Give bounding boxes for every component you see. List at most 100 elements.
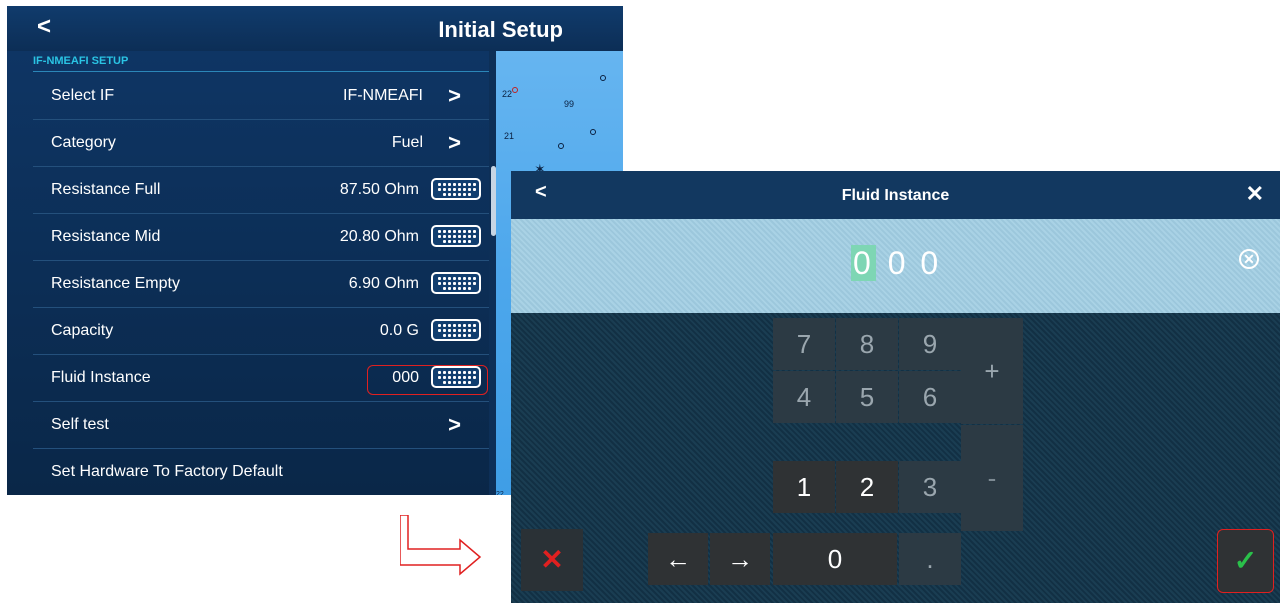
- keyboard-key-dot: [438, 277, 441, 280]
- keyboard-key-dot: [463, 193, 466, 196]
- keyboard-key-dot: [453, 183, 456, 186]
- cursor-left-key[interactable]: ←: [648, 533, 708, 585]
- row-resistance-mid[interactable]: Resistance Mid 20.80 Ohm: [33, 214, 489, 261]
- keyboard-key-dot: [468, 193, 471, 196]
- keyboard-key-dot: [463, 183, 466, 186]
- keyboard-key-dot: [458, 334, 461, 337]
- keyboard-icon[interactable]: [431, 225, 481, 247]
- keyboard-key-dot: [468, 282, 471, 285]
- keyboard-key-dot: [453, 334, 456, 337]
- keyboard-key-dot: [458, 235, 461, 238]
- keyboard-key-dot: [448, 240, 451, 243]
- keyboard-key-dot: [473, 282, 476, 285]
- cursor-right-key[interactable]: →: [710, 533, 770, 585]
- row-value: 87.50 Ohm: [339, 181, 419, 198]
- key-2[interactable]: 2: [836, 461, 898, 513]
- key-1[interactable]: 1: [773, 461, 835, 513]
- keyboard-key-dot: [468, 334, 471, 337]
- key-0[interactable]: 0: [773, 533, 897, 585]
- row-label: Self test: [51, 416, 109, 433]
- row-self-test[interactable]: Self test >: [33, 402, 489, 449]
- keyboard-key-dot: [443, 235, 446, 238]
- dialog-header: < Fluid Instance ✕: [511, 171, 1280, 219]
- keyboard-key-dot: [458, 230, 461, 233]
- key-6[interactable]: 6: [899, 371, 961, 423]
- row-select-if[interactable]: Select IF IF-NMEAFI >: [33, 73, 489, 120]
- close-icon[interactable]: ✕: [1246, 181, 1264, 207]
- keyboard-key-dot: [453, 235, 456, 238]
- chevron-right-icon[interactable]: >: [448, 83, 461, 109]
- keyboard-key-dot: [458, 188, 461, 191]
- row-label: Resistance Mid: [51, 228, 161, 245]
- back-icon[interactable]: <: [37, 13, 51, 41]
- key-9[interactable]: 9: [899, 318, 961, 370]
- setup-list: IF-NMEAFI SETUP Select IF IF-NMEAFI > Ca…: [7, 51, 489, 495]
- row-value: 20.80 Ohm: [339, 228, 419, 245]
- key-dot[interactable]: .: [899, 533, 961, 585]
- section-title: IF-NMEAFI SETUP: [33, 55, 129, 67]
- cancel-button[interactable]: ✕: [521, 529, 583, 591]
- keyboard-key-dot: [458, 287, 461, 290]
- key-7[interactable]: 7: [773, 318, 835, 370]
- keyboard-key-dot: [443, 277, 446, 280]
- keyboard-key-dot: [443, 230, 446, 233]
- keyboard-key-dot: [438, 324, 441, 327]
- key-4[interactable]: 4: [773, 371, 835, 423]
- key-plus[interactable]: +: [961, 318, 1023, 424]
- keyboard-key-dot: [463, 282, 466, 285]
- chevron-right-icon[interactable]: >: [448, 412, 461, 438]
- keyboard-key-dot: [438, 183, 441, 186]
- map-buoy-icon: [512, 87, 518, 93]
- keyboard-key-dot: [453, 287, 456, 290]
- map-sounding: 22: [496, 491, 504, 495]
- value-field[interactable]: 0 0 0: [851, 245, 941, 282]
- keyboard-icon[interactable]: [431, 319, 481, 341]
- row-capacity[interactable]: Capacity 0.0 G: [33, 308, 489, 355]
- keyboard-key-dot: [438, 235, 441, 238]
- keyboard-key-dot: [473, 324, 476, 327]
- chevron-right-icon[interactable]: >: [448, 130, 461, 156]
- row-label: Select IF: [51, 87, 115, 104]
- keyboard-key-dot: [458, 277, 461, 280]
- keyboard-key-dot: [463, 240, 466, 243]
- row-label: Resistance Empty: [51, 275, 180, 292]
- keyboard-key-dot: [458, 240, 461, 243]
- keyboard-key-dot: [458, 193, 461, 196]
- keyboard-key-dot: [443, 188, 446, 191]
- row-factory-default[interactable]: Set Hardware To Factory Default: [33, 449, 489, 495]
- keyboard-icon[interactable]: [431, 272, 481, 294]
- fluid-instance-dialog: < Fluid Instance ✕ 0 0 0 ✕ 7 8 9 + 4 5 6…: [511, 171, 1280, 603]
- key-5[interactable]: 5: [836, 371, 898, 423]
- keyboard-key-dot: [458, 329, 461, 332]
- row-resistance-full[interactable]: Resistance Full 87.50 Ohm: [33, 167, 489, 214]
- keyboard-key-dot: [453, 277, 456, 280]
- keyboard-key-dot: [453, 188, 456, 191]
- keyboard-key-dot: [453, 329, 456, 332]
- keyboard-key-dot: [448, 282, 451, 285]
- row-label: Resistance Full: [51, 181, 161, 198]
- clear-input-icon[interactable]: ✕: [1239, 249, 1259, 269]
- keyboard-key-dot: [453, 240, 456, 243]
- keyboard-key-dot: [468, 277, 471, 280]
- row-value: 6.90 Ohm: [348, 275, 419, 292]
- keyboard-key-dot: [468, 235, 471, 238]
- keyboard-key-dot: [448, 188, 451, 191]
- keyboard-key-dot: [438, 329, 441, 332]
- keyboard-icon[interactable]: [431, 178, 481, 200]
- keyboard-key-dot: [468, 329, 471, 332]
- page-title: Initial Setup: [438, 17, 563, 42]
- key-3[interactable]: 3: [899, 461, 961, 513]
- key-minus[interactable]: -: [961, 425, 1023, 531]
- keyboard-key-dot: [458, 183, 461, 186]
- dialog-title: Fluid Instance: [841, 187, 950, 204]
- map-buoy-icon: [590, 129, 596, 135]
- cursor-digit: 0: [851, 245, 876, 281]
- confirm-button[interactable]: ✓: [1217, 529, 1274, 593]
- row-category[interactable]: Category Fuel >: [33, 120, 489, 167]
- keyboard-key-dot: [468, 188, 471, 191]
- keyboard-key-dot: [443, 193, 446, 196]
- keyboard-key-dot: [473, 235, 476, 238]
- row-resistance-empty[interactable]: Resistance Empty 6.90 Ohm: [33, 261, 489, 308]
- key-8[interactable]: 8: [836, 318, 898, 370]
- remaining-digits: 0 0: [887, 245, 942, 281]
